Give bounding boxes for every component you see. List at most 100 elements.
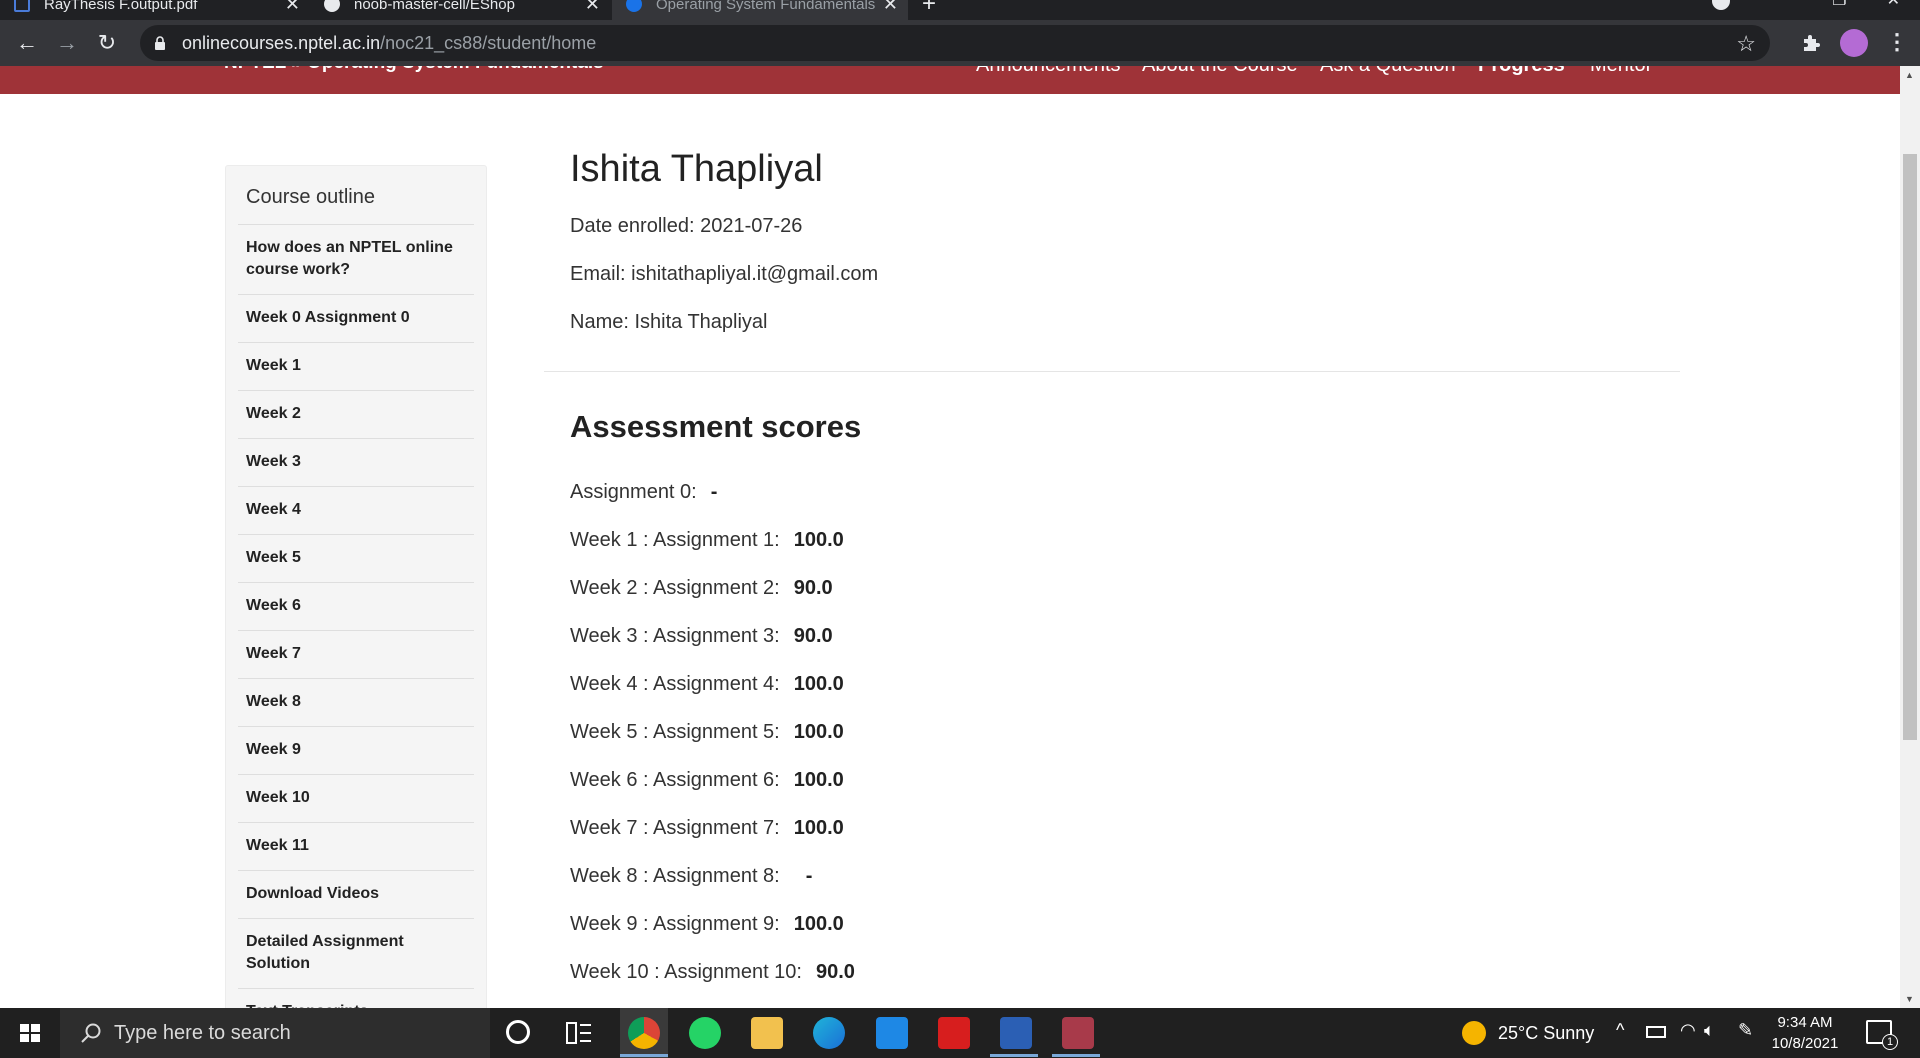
pen-icon[interactable]: ✎ bbox=[1738, 1020, 1753, 1041]
battery-icon[interactable] bbox=[1646, 1026, 1666, 1038]
notification-count: 1 bbox=[1882, 1034, 1898, 1050]
notification-center-icon[interactable]: 1 bbox=[1866, 1020, 1898, 1050]
scroll-up-arrow-icon[interactable]: ▲ bbox=[1905, 70, 1914, 80]
nav-about-course[interactable]: About the Course bbox=[1142, 66, 1298, 77]
sidebar-item-text-transcripts[interactable]: Text Transcripts bbox=[238, 988, 474, 1008]
score-label: Week 9 : Assignment 9: bbox=[570, 913, 780, 935]
mail-icon[interactable] bbox=[876, 1017, 908, 1049]
extensions-puzzle-icon[interactable] bbox=[1800, 31, 1824, 55]
address-bar[interactable]: onlinecourses.nptel.ac.in/noc21_cs88/stu… bbox=[140, 25, 1770, 61]
score-value: 90.0 bbox=[815, 961, 855, 983]
whatsapp-icon[interactable] bbox=[689, 1017, 721, 1049]
tab-title: Operating System Fundamentals bbox=[656, 0, 876, 13]
browser-tab-strip: RayThesis F.output.pdf ✕ noob-master-cel… bbox=[0, 0, 1920, 20]
tab-search-icon[interactable] bbox=[1712, 0, 1730, 10]
task-view-icon[interactable] bbox=[566, 1021, 592, 1045]
start-button[interactable] bbox=[0, 1008, 60, 1058]
sidebar-item-week3[interactable]: Week 3 bbox=[238, 438, 474, 486]
weather-text: 25°C Sunny bbox=[1498, 1022, 1595, 1043]
profile-avatar[interactable] bbox=[1840, 29, 1868, 57]
close-tab-icon[interactable]: ✕ bbox=[285, 0, 300, 15]
nav-mentor[interactable]: Mentor bbox=[1590, 66, 1652, 77]
sidebar-item-week8[interactable]: Week 8 bbox=[238, 678, 474, 726]
word-icon[interactable] bbox=[1000, 1017, 1032, 1049]
score-label: Week 6 : Assignment 6: bbox=[570, 769, 780, 791]
nav-progress[interactable]: Progress bbox=[1478, 66, 1565, 77]
nav-announcements[interactable]: Announcements bbox=[976, 66, 1121, 77]
window-controls: ❐ ✕ bbox=[1832, 0, 1900, 10]
restore-window-icon[interactable]: ❐ bbox=[1832, 0, 1846, 10]
score-label: Assignment 0: bbox=[570, 481, 697, 503]
score-value: 100.0 bbox=[793, 769, 844, 791]
back-icon[interactable]: ← bbox=[14, 30, 40, 56]
clock-time: 9:34 AM bbox=[1777, 1014, 1833, 1031]
course-breadcrumb[interactable]: NPTEL » Operating System Fundamentals bbox=[224, 66, 604, 74]
winrar-icon[interactable] bbox=[1062, 1017, 1094, 1049]
score-row: Week 3 : Assignment 3: 90.0 bbox=[570, 625, 833, 648]
close-tab-icon[interactable]: ✕ bbox=[883, 0, 898, 15]
score-row: Week 7 : Assignment 7: 100.0 bbox=[570, 817, 844, 840]
score-value: 100.0 bbox=[793, 721, 844, 743]
sidebar-item-week10[interactable]: Week 10 bbox=[238, 774, 474, 822]
sidebar-item-week4[interactable]: Week 4 bbox=[238, 486, 474, 534]
sidebar-item-week2[interactable]: Week 2 bbox=[238, 390, 474, 438]
score-label: Week 3 : Assignment 3: bbox=[570, 625, 780, 647]
sidebar-item-how-it-works[interactable]: How does an NPTEL online course work? bbox=[238, 224, 474, 294]
browser-tab-active[interactable]: Operating System Fundamentals ✕ bbox=[612, 0, 908, 20]
sidebar-item-week5[interactable]: Week 5 bbox=[238, 534, 474, 582]
close-window-icon[interactable]: ✕ bbox=[1887, 0, 1900, 10]
score-value: 100.0 bbox=[793, 913, 844, 935]
score-label: Week 1 : Assignment 1: bbox=[570, 529, 780, 551]
site-navbar: NPTEL » Operating System Fundamentals An… bbox=[0, 66, 1900, 94]
weather-widget[interactable]: 25°C Sunny bbox=[1462, 1008, 1594, 1058]
taskbar-search[interactable]: Type here to search bbox=[60, 1008, 490, 1058]
file-explorer-icon[interactable] bbox=[751, 1017, 783, 1049]
score-label: Week 5 : Assignment 5: bbox=[570, 721, 780, 743]
section-divider bbox=[544, 371, 1680, 372]
browser-tab[interactable]: noob-master-cell/EShop ✕ bbox=[310, 0, 610, 20]
course-outline-sidebar: Course outline How does an NPTEL online … bbox=[225, 165, 487, 1008]
score-value: 90.0 bbox=[793, 625, 833, 647]
volume-icon[interactable]: 🔈︎ bbox=[1704, 1020, 1715, 1041]
cortana-icon[interactable] bbox=[506, 1020, 530, 1044]
edge-icon[interactable] bbox=[813, 1017, 845, 1049]
sidebar-item-week7[interactable]: Week 7 bbox=[238, 630, 474, 678]
acrobat-icon[interactable] bbox=[938, 1017, 970, 1049]
forward-icon[interactable]: → bbox=[54, 30, 80, 56]
scroll-down-arrow-icon[interactable]: ▼ bbox=[1905, 994, 1914, 1004]
sidebar-item-week11[interactable]: Week 11 bbox=[238, 822, 474, 870]
score-value: 90.0 bbox=[793, 577, 833, 599]
windows-logo-icon bbox=[20, 1024, 40, 1042]
score-label: Week 2 : Assignment 2: bbox=[570, 577, 780, 599]
close-tab-icon[interactable]: ✕ bbox=[585, 0, 600, 15]
lock-icon[interactable] bbox=[154, 36, 166, 50]
wifi-icon[interactable]: ◠ bbox=[1680, 1020, 1696, 1041]
browser-tab[interactable]: RayThesis F.output.pdf ✕ bbox=[0, 0, 310, 20]
score-row: Week 4 : Assignment 4: 100.0 bbox=[570, 673, 844, 696]
sidebar-item-week9[interactable]: Week 9 bbox=[238, 726, 474, 774]
nav-ask-question[interactable]: Ask a Question bbox=[1320, 66, 1456, 77]
score-label: Week 7 : Assignment 7: bbox=[570, 817, 780, 839]
scrollbar-thumb[interactable] bbox=[1903, 154, 1917, 740]
show-hidden-icons-icon[interactable]: ^ bbox=[1616, 1020, 1624, 1041]
page-scrollbar[interactable]: ▲ ▼ bbox=[1900, 66, 1920, 1008]
sidebar-item-week0-assignment[interactable]: Week 0 Assignment 0 bbox=[238, 294, 474, 342]
score-row: Week 2 : Assignment 2: 90.0 bbox=[570, 577, 833, 600]
sidebar-item-download-videos[interactable]: Download Videos bbox=[238, 870, 474, 918]
sidebar-list: How does an NPTEL online course work? We… bbox=[238, 224, 474, 1008]
sidebar-item-assignment-solution[interactable]: Detailed Assignment Solution bbox=[238, 918, 474, 988]
score-row: Week 10 : Assignment 10: 90.0 bbox=[570, 961, 855, 984]
student-email: Email: ishitathapliyal.it@gmail.com bbox=[570, 263, 879, 285]
reload-icon[interactable]: ↻ bbox=[94, 30, 120, 56]
chrome-icon[interactable] bbox=[628, 1017, 660, 1049]
bookmark-star-icon[interactable]: ☆ bbox=[1736, 31, 1756, 57]
browser-menu-icon[interactable]: ⋮ bbox=[1886, 28, 1908, 56]
date-enrolled: Date enrolled: 2021-07-26 bbox=[570, 215, 803, 237]
tab-title: RayThesis F.output.pdf bbox=[44, 0, 198, 13]
system-clock[interactable]: 9:34 AM 10/8/2021 bbox=[1762, 1012, 1848, 1054]
new-tab-icon[interactable]: + bbox=[922, 0, 936, 18]
score-value: 100.0 bbox=[793, 817, 844, 839]
clock-date: 10/8/2021 bbox=[1771, 1035, 1839, 1052]
sidebar-item-week6[interactable]: Week 6 bbox=[238, 582, 474, 630]
sidebar-item-week1[interactable]: Week 1 bbox=[238, 342, 474, 390]
